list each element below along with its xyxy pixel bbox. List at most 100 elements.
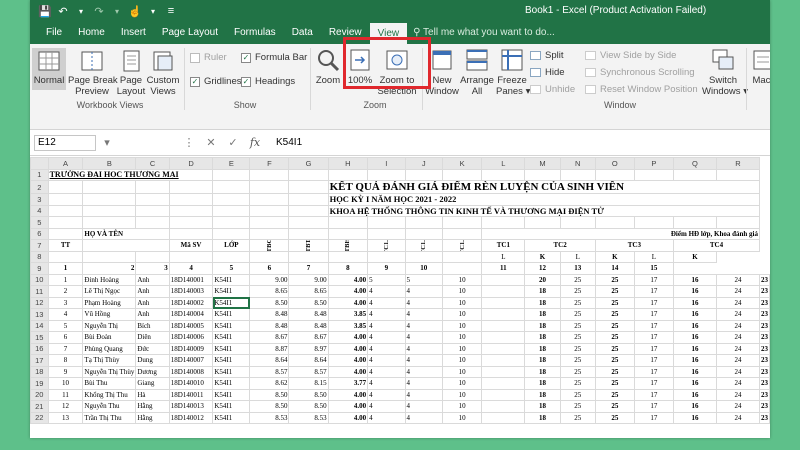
cell[interactable] <box>481 400 526 413</box>
lop-cell[interactable]: K54I1 <box>212 377 251 390</box>
cell[interactable] <box>212 180 251 194</box>
tc4-k-cell[interactable]: 23 <box>759 377 770 390</box>
dtbht-cell[interactable]: 4.00 <box>327 411 369 424</box>
page-layout-view-button[interactable]: Page Layout <box>116 50 146 97</box>
tc1-cell[interactable]: 18 <box>524 342 561 355</box>
cell[interactable] <box>135 180 170 194</box>
dtbcc-cell[interactable]: 8.53 <box>249 411 290 424</box>
cell[interactable] <box>367 250 406 263</box>
column-header[interactable]: M <box>524 157 561 170</box>
cell[interactable] <box>82 239 170 252</box>
tc1-cell[interactable]: 18 <box>524 331 561 344</box>
tt-cell[interactable]: 5 <box>47 319 84 332</box>
cell[interactable] <box>367 168 406 181</box>
dtbth-cell[interactable]: 8.48 <box>288 319 329 332</box>
header-k[interactable]: K <box>594 250 635 263</box>
ho-cell[interactable]: Khổng Thị Thu <box>82 388 137 401</box>
row-header[interactable]: 16 <box>30 342 49 355</box>
ho-cell[interactable]: Tạ Thị Thùy <box>82 354 137 367</box>
header-dtbth[interactable]: ĐTBTH <box>288 239 329 252</box>
selected-cell[interactable]: K54I1 <box>212 296 251 309</box>
header-tt[interactable] <box>47 227 84 240</box>
tc12-cell[interactable]: 4 <box>404 342 443 355</box>
cell[interactable] <box>481 354 526 367</box>
unhide-button[interactable]: Unhide <box>530 84 575 95</box>
headings-checkbox[interactable]: ✓ Headings <box>241 76 295 87</box>
column-header[interactable]: O <box>594 157 635 170</box>
tc4-l-cell[interactable]: 24 <box>715 400 761 413</box>
tc2-l-cell[interactable]: 25 <box>559 308 596 321</box>
dtbht-cell[interactable]: 4.00 <box>327 365 369 378</box>
cell[interactable] <box>47 180 84 194</box>
tc4-k-cell[interactable]: 23 <box>759 388 770 401</box>
tc2-k-cell[interactable]: 25 <box>594 411 635 424</box>
tt-cell[interactable]: 10 <box>47 377 84 390</box>
tc2-k-cell[interactable]: 25 <box>594 365 635 378</box>
tt-cell[interactable]: 1 <box>47 273 84 286</box>
tc1-cell[interactable]: 18 <box>524 377 561 390</box>
tc12-cell[interactable]: 4 <box>404 285 443 298</box>
ten-cell[interactable]: Hà <box>135 388 170 401</box>
ho-cell[interactable]: Vũ Hồng <box>82 308 137 321</box>
msv-cell[interactable]: 18D140007 <box>168 354 214 367</box>
page-break-preview-button[interactable]: Page Break Preview <box>68 50 118 97</box>
cell[interactable] <box>367 216 406 229</box>
tc2-l-cell[interactable]: 25 <box>559 342 596 355</box>
ho-cell[interactable]: Lê Thị Ngọc <box>82 285 137 298</box>
ho-cell[interactable]: Phùng Quang <box>82 342 137 355</box>
cell[interactable] <box>135 216 170 229</box>
cell[interactable] <box>249 227 290 240</box>
tc3-k-cell[interactable]: 16 <box>672 342 717 355</box>
dtbth-cell[interactable]: 8.97 <box>288 342 329 355</box>
tc2-k-cell[interactable]: 25 <box>594 296 635 309</box>
ho-cell[interactable]: Đinh Hoàng <box>82 273 137 286</box>
cell[interactable] <box>212 216 251 229</box>
cell[interactable] <box>559 168 596 181</box>
header-tc4[interactable]: TC4 <box>672 239 761 252</box>
dtbht-cell[interactable]: 3.77 <box>327 377 369 390</box>
row-header[interactable]: 19 <box>30 377 49 390</box>
select-all-corner[interactable] <box>30 157 49 170</box>
cell[interactable] <box>168 216 214 229</box>
cell[interactable] <box>327 216 369 229</box>
view-side-by-side-button[interactable]: View Side by Side <box>585 50 676 61</box>
cell[interactable] <box>672 168 717 181</box>
ho-cell[interactable]: Bùi Thu <box>82 377 137 390</box>
tab-data[interactable]: Data <box>284 27 321 44</box>
tc13-cell[interactable]: 10 <box>441 354 483 367</box>
cell[interactable] <box>559 216 596 229</box>
tt-cell[interactable]: 4 <box>47 308 84 321</box>
tc4-l-cell[interactable]: 24 <box>715 273 761 286</box>
row-header[interactable]: 5 <box>30 216 49 229</box>
index-cell[interactable]: 3 <box>135 262 170 275</box>
column-header[interactable]: P <box>633 157 674 170</box>
tc11-cell[interactable]: 4 <box>367 388 406 401</box>
tc12-cell[interactable]: 4 <box>404 411 443 424</box>
cell[interactable] <box>367 227 406 240</box>
tc3-k-cell[interactable]: 16 <box>672 308 717 321</box>
normal-view-button[interactable]: Normal <box>32 48 66 90</box>
cell[interactable] <box>633 168 674 181</box>
index-cell[interactable]: 1 <box>47 262 84 275</box>
cell[interactable] <box>288 193 329 206</box>
tc2-k-cell[interactable]: 25 <box>594 354 635 367</box>
tc2-k-cell[interactable]: 25 <box>594 285 635 298</box>
touch-mode-icon[interactable]: ☝ <box>126 0 144 22</box>
tc11-cell[interactable]: 4 <box>367 365 406 378</box>
lop-cell[interactable]: K54I1 <box>212 354 251 367</box>
tc13-cell[interactable]: 10 <box>441 285 483 298</box>
tc12-cell[interactable]: 4 <box>404 354 443 367</box>
header-dtbht[interactable]: ĐTBHT <box>327 239 369 252</box>
cell[interactable] <box>524 168 561 181</box>
tt-cell[interactable]: 7 <box>47 342 84 355</box>
header-tc1[interactable]: TC1 <box>481 239 526 252</box>
cell[interactable] <box>288 168 329 181</box>
tc3-k-cell[interactable]: 16 <box>672 296 717 309</box>
cell[interactable] <box>404 250 443 263</box>
cell[interactable] <box>672 216 717 229</box>
cell[interactable] <box>135 204 170 217</box>
tc3-l-cell[interactable]: 17 <box>633 296 674 309</box>
cell[interactable] <box>327 227 369 240</box>
row-header[interactable]: 2 <box>30 180 49 194</box>
row-header[interactable]: 22 <box>30 411 49 424</box>
